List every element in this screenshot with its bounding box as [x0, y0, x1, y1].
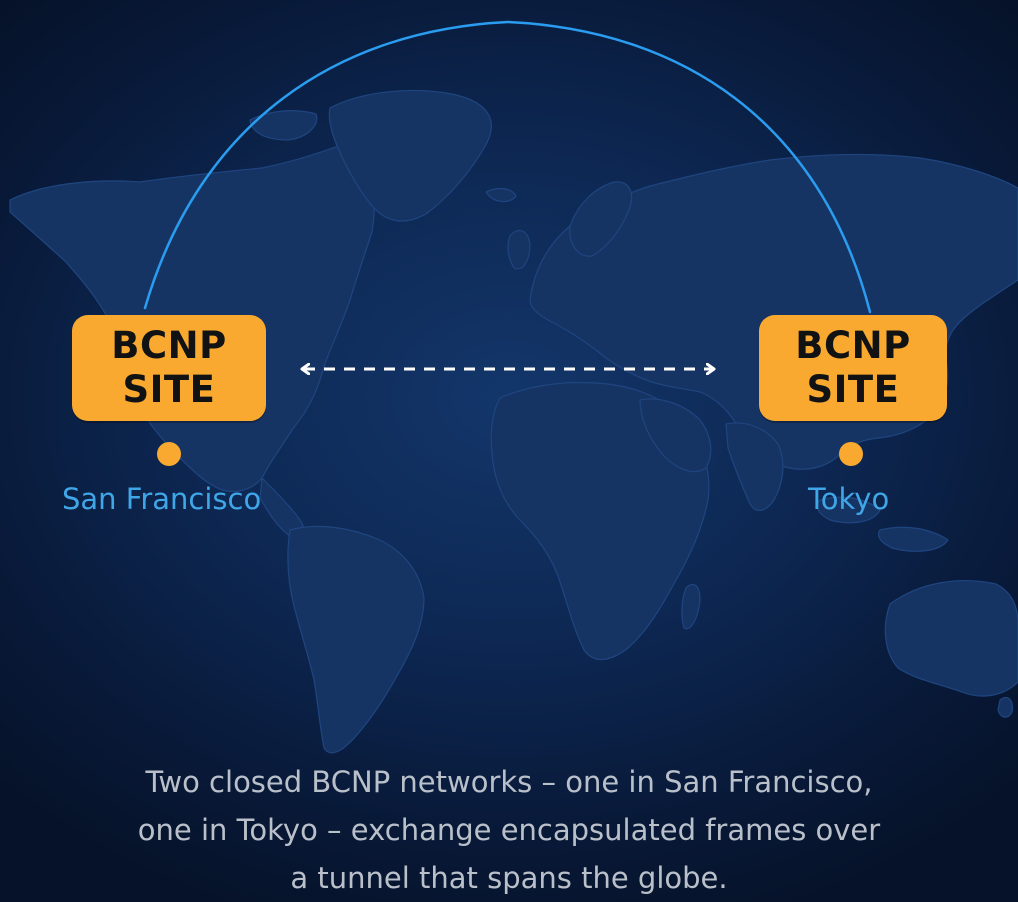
site-marker-tokyo	[839, 442, 863, 466]
site-marker-san-francisco	[157, 442, 181, 466]
diagram-caption: Two closed BCNP networks – one in San Fr…	[60, 758, 958, 902]
caption-line: a tunnel that spans the globe.	[290, 861, 728, 895]
site-box-tokyo: BCNP SITE	[759, 315, 947, 421]
diagram-canvas: BCNP SITE San Francisco BCNP SITE Tokyo …	[0, 0, 1018, 902]
site-box-line1: BCNP	[795, 324, 911, 367]
caption-line: Two closed BCNP networks – one in San Fr…	[145, 765, 873, 799]
site-box-label: BCNP SITE	[111, 324, 226, 412]
city-label-tokyo: Tokyo	[808, 482, 890, 516]
site-box-san-francisco: BCNP SITE	[72, 315, 266, 421]
city-label-san-francisco: San Francisco	[62, 482, 262, 516]
great-circle-arc-icon	[143, 20, 872, 314]
site-box-line2: SITE	[122, 368, 216, 411]
site-box-label: BCNP SITE	[795, 324, 910, 412]
site-box-line1: BCNP	[111, 324, 227, 367]
site-box-line2: SITE	[806, 368, 900, 411]
caption-line: one in Tokyo – exchange encapsulated fra…	[137, 813, 881, 847]
